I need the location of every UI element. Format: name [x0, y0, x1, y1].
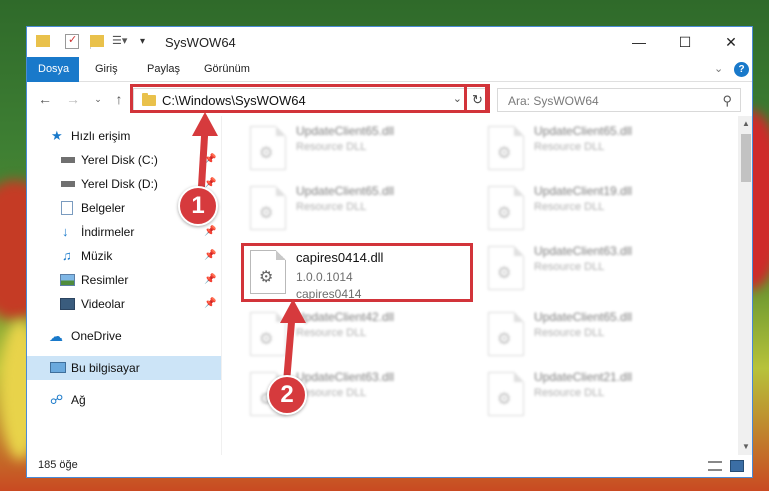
file-item[interactable]: ⚙ UpdateClient65.dll Resource DLL — [246, 180, 466, 236]
pin-icon[interactable]: 📌 — [204, 244, 216, 268]
sidebar-item-network[interactable]: ☍ Ağ — [27, 388, 221, 412]
music-icon: ♫ — [62, 248, 72, 263]
drive-icon — [61, 157, 75, 163]
dll-file-icon: ⚙ — [250, 186, 286, 230]
file-explorer-window: ✓ ☰▾ ▾ SysWOW64 — ☐ ✕ Dosya Giriş Paylaş… — [26, 26, 753, 478]
search-input[interactable]: Ara: SysWOW64 ⚲ — [497, 88, 741, 112]
scroll-thumb[interactable] — [741, 134, 751, 182]
large-icons-view-icon[interactable] — [730, 460, 744, 472]
help-icon[interactable]: ? — [734, 62, 749, 77]
back-icon[interactable]: ← — [37, 91, 53, 107]
chevron-down-icon[interactable]: ⌄ — [714, 62, 723, 75]
ribbon: Dosya Giriş Paylaş Görünüm ⌄ ? — [27, 57, 752, 82]
dll-file-icon: ⚙ — [250, 312, 286, 356]
file-item[interactable]: ⚙ UpdateClient65.dll Resource DLL — [484, 306, 704, 362]
tab-file[interactable]: Dosya — [27, 57, 79, 82]
vertical-scrollbar[interactable]: ▲ ▼ — [738, 116, 752, 455]
tab-view[interactable]: Görünüm — [194, 57, 260, 82]
drive-icon — [61, 181, 75, 187]
pin-icon[interactable]: 📌 — [204, 292, 216, 316]
title-bar: ✓ ☰▾ ▾ SysWOW64 — ☐ ✕ — [27, 27, 752, 57]
scroll-up-icon[interactable]: ▲ — [738, 116, 752, 132]
navigation-pane: ★ Hızlı erişim Yerel Disk (C:) 📌 Yerel D… — [27, 116, 221, 455]
folder-icon[interactable] — [36, 35, 50, 47]
file-item[interactable]: ⚙ UpdateClient19.dll Resource DLL — [484, 180, 704, 236]
pin-icon[interactable]: 📌 — [204, 148, 216, 172]
computer-icon — [50, 362, 66, 373]
search-placeholder: Ara: SysWOW64 — [508, 94, 599, 108]
dll-file-icon: ⚙ — [250, 126, 286, 170]
tab-home[interactable]: Giriş — [85, 57, 128, 82]
sidebar-item-onedrive[interactable]: ☁ OneDrive — [27, 324, 221, 348]
file-item[interactable]: ⚙ UpdateClient65.dll Resource DLL — [484, 120, 704, 176]
sidebar-item-videos[interactable]: Videolar 📌 — [27, 292, 221, 316]
sidebar-item-pictures[interactable]: Resimler 📌 — [27, 268, 221, 292]
network-icon: ☍ — [50, 392, 64, 407]
scroll-down-icon[interactable]: ▼ — [738, 439, 752, 455]
download-icon: ↓ — [62, 224, 69, 239]
search-icon[interactable]: ⚲ — [722, 93, 732, 109]
video-icon — [60, 298, 75, 310]
dll-file-icon: ⚙ — [488, 312, 524, 356]
window-title: SysWOW64 — [165, 35, 236, 50]
minimize-button[interactable]: — — [616, 27, 662, 57]
tab-share[interactable]: Paylaş — [137, 57, 190, 82]
sidebar-item-quick-access[interactable]: ★ Hızlı erişim — [27, 124, 221, 148]
customize-toolbar-icon[interactable]: ☰▾ — [112, 34, 132, 49]
documents-icon — [61, 201, 73, 215]
file-item[interactable]: ⚙ UpdateClient63.dll Resource DLL — [484, 240, 704, 296]
dll-file-icon: ⚙ — [488, 372, 524, 416]
file-item[interactable]: ⚙ UpdateClient21.dll Resource DLL — [484, 366, 704, 422]
sidebar-item-local-disk-c[interactable]: Yerel Disk (C:) 📌 — [27, 148, 221, 172]
dll-file-icon: ⚙ — [488, 126, 524, 170]
step-badge-2: 2 — [267, 375, 307, 415]
file-item[interactable]: ⚙ UpdateClient65.dll Resource DLL — [246, 120, 466, 176]
details-view-icon[interactable] — [708, 461, 722, 471]
up-icon[interactable]: ↑ — [111, 91, 127, 107]
maximize-button[interactable]: ☐ — [662, 27, 708, 57]
step-badge-1: 1 — [178, 186, 218, 226]
new-folder-icon[interactable] — [90, 35, 104, 47]
star-icon: ★ — [51, 128, 63, 143]
address-refresh-highlight — [464, 84, 488, 113]
sidebar-item-music[interactable]: ♫ Müzik 📌 — [27, 244, 221, 268]
forward-icon[interactable]: → — [65, 91, 81, 107]
cloud-icon: ☁ — [49, 328, 63, 344]
properties-icon[interactable]: ✓ — [65, 34, 79, 49]
pin-icon[interactable]: 📌 — [204, 268, 216, 292]
dll-file-icon: ⚙ — [488, 246, 524, 290]
sidebar-item-this-pc[interactable]: Bu bilgisayar — [27, 356, 221, 380]
dll-file-icon: ⚙ — [488, 186, 524, 230]
item-count: 185 öğe — [38, 459, 78, 471]
status-bar: 185 öğe — [27, 455, 752, 477]
close-button[interactable]: ✕ — [708, 27, 752, 57]
quick-access-dropdown-icon[interactable]: ▾ — [140, 36, 150, 51]
file-item[interactable]: ⚙ UpdateClient42.dll Resource DLL — [246, 306, 466, 362]
address-bar-highlight — [130, 84, 490, 113]
recent-locations-icon[interactable]: ⌄ — [90, 91, 106, 107]
pictures-icon — [60, 274, 75, 286]
file-highlight — [241, 243, 473, 302]
